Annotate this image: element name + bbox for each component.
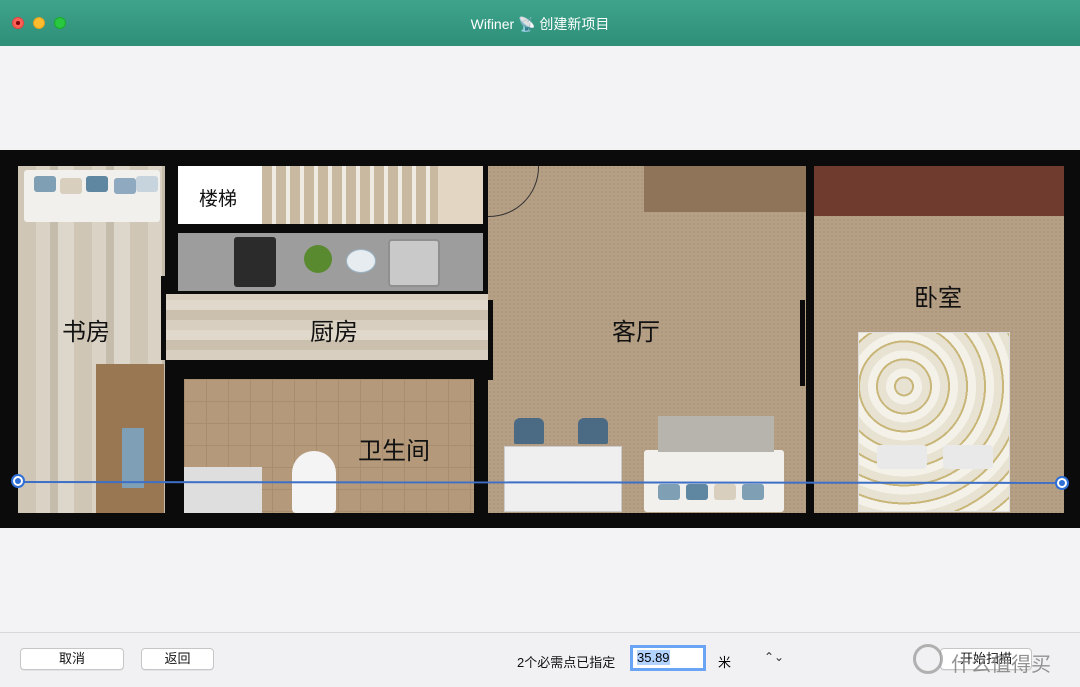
tv-cabinet [644,166,806,212]
room-living: 客厅 [488,166,806,513]
room-kitchen: 厨房 [166,294,488,360]
cancel-button[interactable]: 取消 [20,648,124,670]
room-bathroom: 卫生间 [184,379,474,513]
room-bedroom: 卧室 [814,166,1064,513]
distance-value: 35.89 [637,650,670,665]
dining-table [504,446,622,512]
bed [858,332,1010,512]
window-title: Wifiner 📡 创建新项目 [470,16,610,32]
status-text: 2个必需点已指定 [517,655,616,670]
unit-label: 米 [718,655,732,670]
distance-input[interactable]: 35.89 [630,645,706,671]
calibration-point-end[interactable] [1055,476,1069,490]
bathroom-sink [184,467,262,513]
room-stairs: 楼梯 [178,166,483,224]
unit-stepper-icon[interactable]: ⌃⌄ [764,650,784,664]
study-sofa [24,170,160,222]
bedroom-shelf [814,166,1064,216]
title-bar: Wifiner 📡 创建新项目 [0,0,1080,46]
room-study: 书房 [18,166,165,513]
floorplan-canvas[interactable]: 书房 楼梯 厨房 卫生间 客厅 卧室 [0,150,1080,528]
room-label-living: 客厅 [612,319,660,346]
plant [304,245,332,273]
room-label-bedroom: 卧室 [914,285,962,312]
rug [658,416,774,452]
room-label-bathroom: 卫生间 [358,438,430,465]
room-label-stairs: 楼梯 [199,189,238,210]
dishes [346,249,376,273]
sink [388,239,440,287]
watermark-text: 什么值得买 [951,654,1051,676]
room-label-study: 书房 [62,319,110,346]
back-button[interactable]: 返回 [141,648,214,670]
calibration-point-start[interactable] [11,474,25,488]
door-swing [488,166,539,217]
kitchen-counter [178,233,483,291]
study-chair [122,428,144,488]
room-label-kitchen: 厨房 [310,319,358,346]
cooktop [234,237,276,287]
watermark: 什么值得买 [905,640,1080,680]
